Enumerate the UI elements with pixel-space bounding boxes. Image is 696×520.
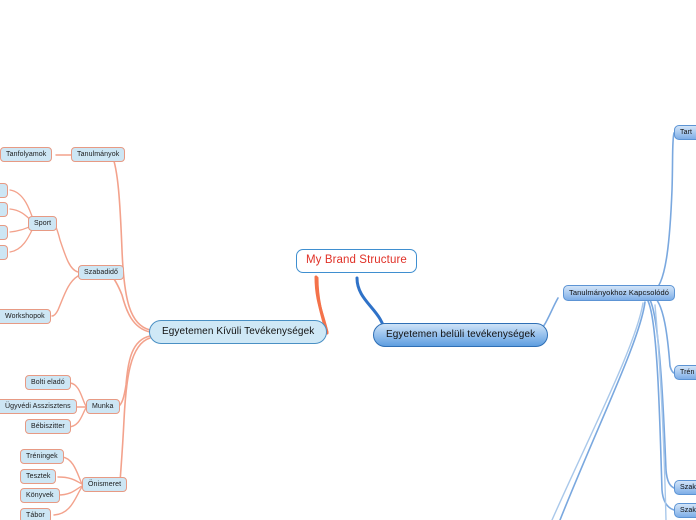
node-szak-clipped-2[interactable]: Szak	[674, 503, 696, 518]
node-clipped-sport-input-3[interactable]	[0, 225, 8, 240]
node-ugyvedi-asszisztens[interactable]: Ügyvédi Asszisztens	[0, 399, 77, 414]
node-tanfolyamok[interactable]: Tanfolyamok	[0, 147, 53, 162]
node-tabor-label: Tábor	[26, 512, 45, 519]
edge-left-to-szabadido	[109, 273, 151, 333]
node-sport[interactable]: Sport	[28, 216, 58, 231]
root-node-label: My Brand Structure	[306, 254, 407, 267]
node-tren-clipped[interactable]: Trén	[674, 365, 696, 380]
node-tart-clipped[interactable]: Tart	[674, 125, 696, 140]
node-treningek-label: Tréningek	[26, 453, 58, 460]
node-tanulmanyokhoz-kapcsolodo-label: Tanulmányokhoz Kapcsolódó	[569, 288, 670, 298]
branch-node-left-label: Egyetemen Kívüli Tevékenységek	[162, 326, 315, 337]
node-tesztek-label: Tesztek	[26, 473, 51, 480]
edge-tanulmanyokhoz-to-tart	[651, 132, 675, 293]
node-tren-clipped-label: Trén	[680, 369, 695, 376]
node-sport-label: Sport	[34, 220, 52, 227]
mindmap-canvas[interactable]: My Brand Structure Egyetemen Kívüli Tevé…	[0, 0, 696, 520]
node-clipped-sport-input-2[interactable]	[0, 202, 8, 217]
node-workshopok-label: Workshopok	[5, 313, 45, 320]
node-tanulmanyok[interactable]: Tanulmányok	[71, 147, 126, 162]
node-szabadido-label: Szabadidő	[84, 269, 118, 276]
edge-treningek-to-onismeret	[61, 456, 83, 485]
edge-szabadido-to-sport	[53, 223, 79, 273]
edge-tesztek-to-onismeret	[57, 476, 83, 485]
node-bebiszitter-label: Bébiszitter	[31, 423, 65, 430]
node-treningek[interactable]: Tréningek	[20, 449, 64, 464]
node-konyvek-label: Könyvek	[26, 492, 54, 499]
edge-left-to-tanulmanyok	[111, 154, 151, 331]
branch-node-left[interactable]: Egyetemen Kívüli Tevékenységek	[149, 320, 328, 344]
node-clipped-sport-input-1[interactable]	[0, 183, 8, 198]
node-tanulmanyok-label: Tanulmányok	[77, 151, 120, 158]
node-tesztek[interactable]: Tesztek	[20, 469, 57, 484]
node-szak-clipped-1-label: Szak	[680, 484, 696, 491]
node-munka[interactable]: Munka	[86, 399, 120, 414]
node-szak-clipped-2-label: Szak	[680, 507, 696, 514]
edge-left-to-onismeret	[119, 337, 151, 486]
node-ugyvedi-asszisztens-label: Ügyvédi Asszisztens	[5, 403, 71, 410]
node-clipped-sport-input-4[interactable]	[0, 245, 8, 260]
edge-right-descender-2	[551, 302, 644, 520]
node-szabadido[interactable]: Szabadidő	[78, 265, 124, 280]
edge-right-descender-3	[654, 304, 667, 520]
node-bolti-elado[interactable]: Bolti eladó	[25, 375, 71, 390]
node-workshopok[interactable]: Workshopok	[0, 309, 51, 324]
node-konyvek[interactable]: Könyvek	[20, 488, 60, 503]
node-onismeret-label: Önismeret	[88, 481, 122, 488]
node-tart-clipped-label: Tart	[680, 129, 693, 136]
node-tanfolyamok-label: Tanfolyamok	[6, 151, 47, 158]
edge-tanulmanyokhoz-to-szak2	[647, 300, 675, 511]
branch-node-right[interactable]: Egyetemen belüli tevékenységek	[373, 323, 549, 347]
node-onismeret[interactable]: Önismeret	[82, 477, 128, 492]
node-bebiszitter[interactable]: Bébiszitter	[25, 419, 71, 434]
branch-node-right-label: Egyetemen belüli tevékenységek	[386, 329, 536, 340]
node-bolti-elado-label: Bolti eladó	[31, 379, 65, 386]
edge-szabadido-to-workshopok	[51, 275, 79, 317]
root-node[interactable]: My Brand Structure	[296, 249, 417, 273]
node-tabor[interactable]: Tábor	[20, 508, 51, 520]
edge-left-to-munka	[117, 335, 151, 408]
node-szak-clipped-1[interactable]: Szak	[674, 480, 696, 495]
node-munka-label: Munka	[92, 403, 114, 410]
node-tanulmanyokhoz-kapcsolodo[interactable]: Tanulmányokhoz Kapcsolódó	[563, 285, 676, 301]
